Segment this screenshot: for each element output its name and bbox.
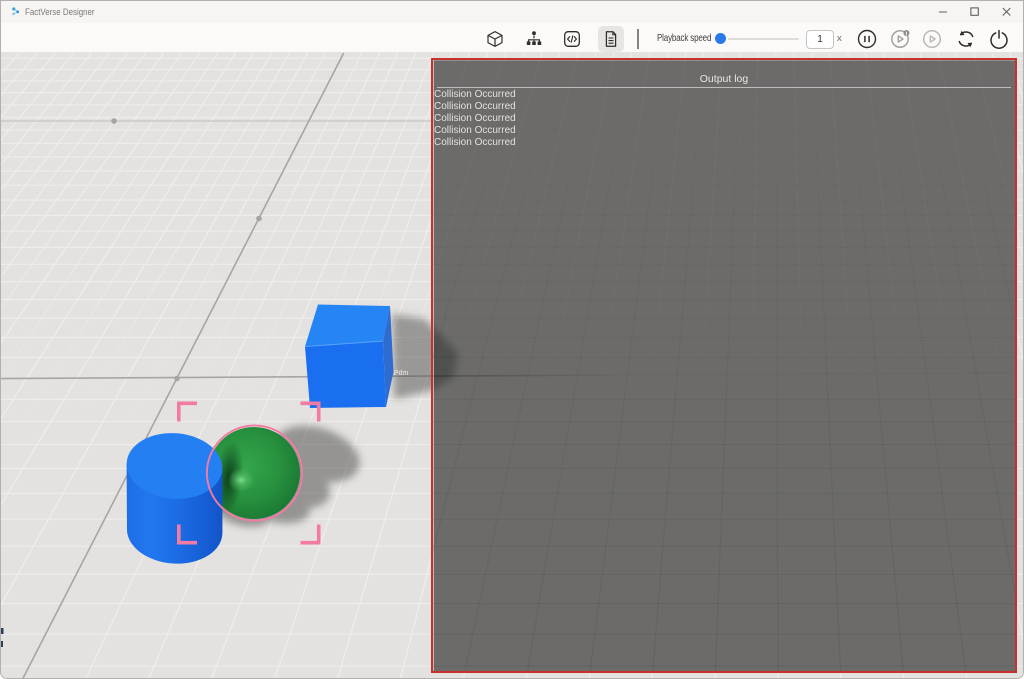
svg-text:Pdm: Pdm	[394, 370, 409, 377]
